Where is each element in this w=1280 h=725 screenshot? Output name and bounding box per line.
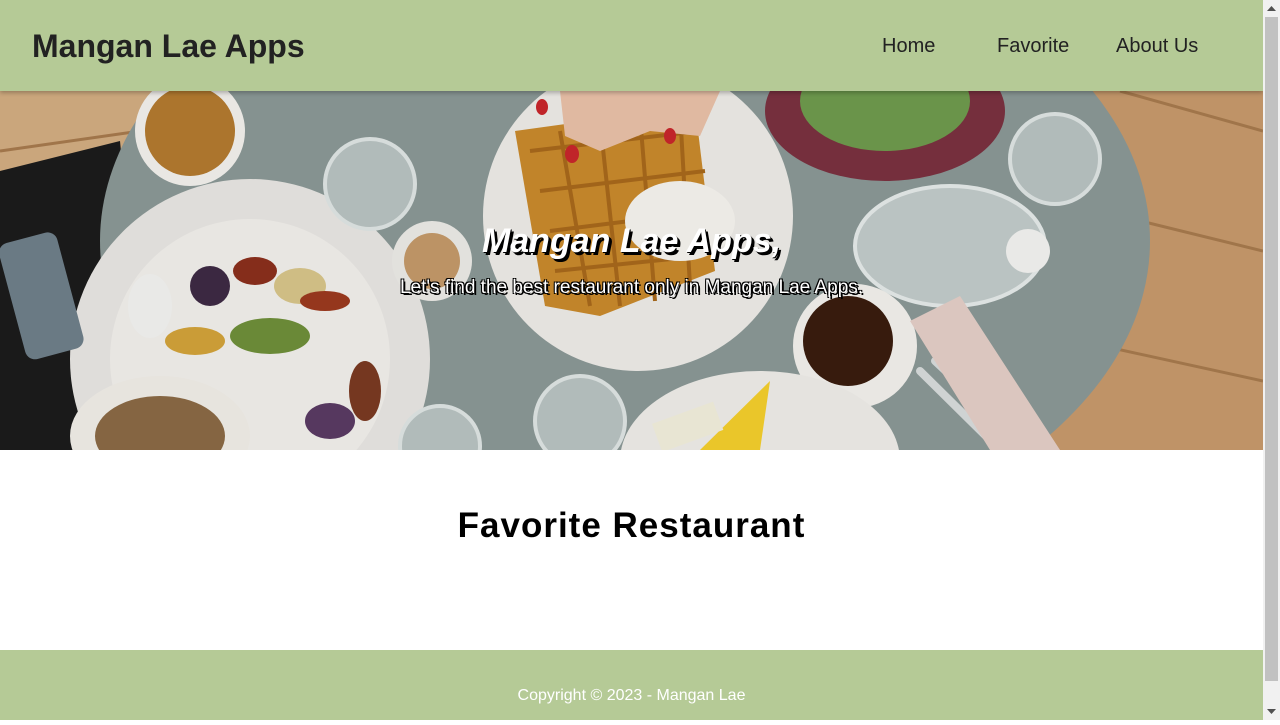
- page-footer: Copyright © 2023 - Mangan Lae: [0, 650, 1263, 720]
- main-nav: Home Favorite About Us: [0, 34, 1263, 58]
- nav-home-link[interactable]: Home: [882, 34, 935, 58]
- scrollbar-thumb[interactable]: [1265, 17, 1278, 681]
- app-bar: Mangan Lae Apps Home Favorite About Us: [0, 0, 1263, 91]
- hero-banner: Mangan Lae Apps, Let's find the best res…: [0, 91, 1263, 450]
- hero-title: Mangan Lae Apps,: [481, 222, 782, 260]
- hero-subtitle: Let's find the best restaurant only in M…: [399, 277, 864, 298]
- nav-about-link[interactable]: About Us: [1116, 34, 1198, 58]
- copyright-text: Copyright © 2023 - Mangan Lae: [517, 687, 746, 704]
- vertical-scrollbar[interactable]: [1263, 0, 1280, 720]
- chevron-up-icon[interactable]: [1263, 0, 1280, 17]
- page: Mangan Lae Apps Home Favorite About Us M…: [0, 0, 1263, 720]
- chevron-down-icon[interactable]: [1263, 703, 1280, 720]
- page-title: Favorite Restaurant: [457, 506, 806, 545]
- nav-favorite-link[interactable]: Favorite: [997, 34, 1069, 58]
- hero-image: [0, 91, 1263, 450]
